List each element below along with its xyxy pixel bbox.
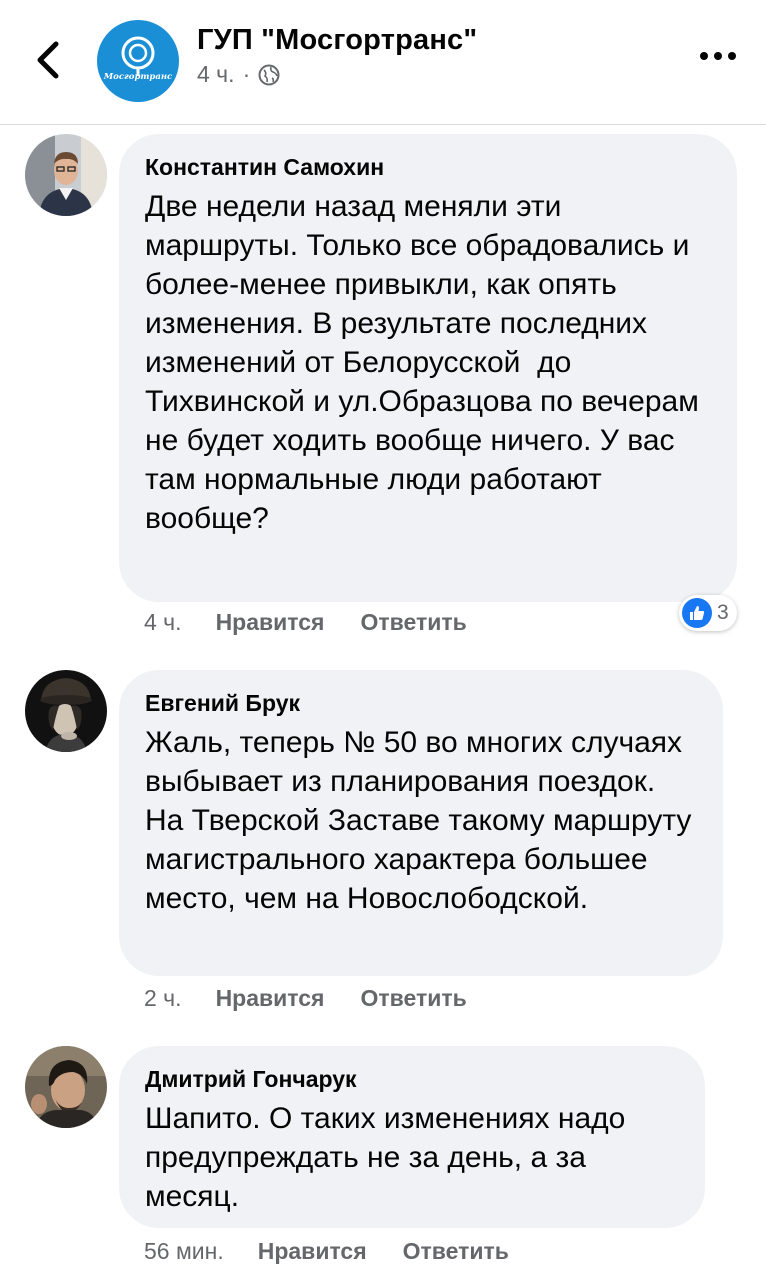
avatar[interactable]	[25, 134, 107, 216]
reply-button[interactable]: Ответить	[360, 609, 466, 636]
comment-author[interactable]: Евгений Брук	[145, 690, 697, 717]
more-dot-icon	[714, 52, 722, 60]
reply-button[interactable]: Ответить	[360, 985, 466, 1012]
comment-actions: 2 ч. Нравится Ответить	[144, 985, 467, 1012]
more-dot-icon	[728, 52, 736, 60]
user-photo-icon	[25, 1046, 107, 1128]
like-button[interactable]: Нравится	[258, 1238, 367, 1265]
user-photo-icon	[25, 670, 107, 752]
comment-author[interactable]: Дмитрий Гончарук	[145, 1066, 679, 1093]
avatar[interactable]	[25, 670, 107, 752]
like-button[interactable]: Нравится	[216, 609, 325, 636]
comment-actions: 56 мин. Нравится Ответить	[144, 1238, 509, 1265]
post-header: Мосгортранс ГУП "Мосгортранс" 4 ч. ·	[0, 0, 766, 125]
comment-bubble: Константин Самохин Две недели назад меня…	[119, 134, 737, 602]
back-button[interactable]	[34, 40, 62, 80]
comment-text: Шапито. О таких изменениях надо предупре…	[145, 1102, 634, 1213]
chevron-left-icon	[37, 41, 59, 79]
comment-time[interactable]: 4 ч.	[144, 609, 182, 636]
reply-button[interactable]: Ответить	[403, 1238, 509, 1265]
like-button[interactable]: Нравится	[216, 985, 325, 1012]
comment-text: Две недели назад меняли эти маршруты. То…	[145, 190, 708, 535]
logo-text: Мосгортранс	[103, 72, 173, 82]
reaction-summary[interactable]: 3	[679, 595, 737, 631]
comment-time[interactable]: 56 мин.	[144, 1238, 224, 1265]
post-meta: 4 ч. ·	[197, 61, 280, 88]
thumbs-up-icon	[682, 598, 712, 628]
comment-time[interactable]: 2 ч.	[144, 985, 182, 1012]
post-time: 4 ч.	[197, 61, 235, 87]
mosgortrans-logo-icon	[121, 36, 155, 76]
comment-actions: 4 ч. Нравится Ответить	[144, 609, 467, 636]
comment-bubble: Евгений Брук Жаль, теперь № 50 во многих…	[119, 670, 723, 976]
more-dot-icon	[700, 52, 708, 60]
user-photo-icon	[25, 134, 107, 216]
globe-icon	[258, 64, 280, 85]
reaction-count: 3	[717, 601, 729, 624]
page-name[interactable]: ГУП "Мосгортранс"	[197, 24, 477, 57]
page-avatar[interactable]: Мосгортранс	[97, 20, 179, 102]
comment-bubble: Дмитрий Гончарук Шапито. О таких изменен…	[119, 1046, 705, 1228]
comment-text: Жаль, теперь № 50 во многих случаях выбы…	[145, 726, 700, 915]
avatar[interactable]	[25, 1046, 107, 1128]
comment-author[interactable]: Константин Самохин	[145, 154, 711, 181]
meta-separator: ·	[242, 61, 251, 87]
more-options-button[interactable]	[700, 52, 736, 60]
